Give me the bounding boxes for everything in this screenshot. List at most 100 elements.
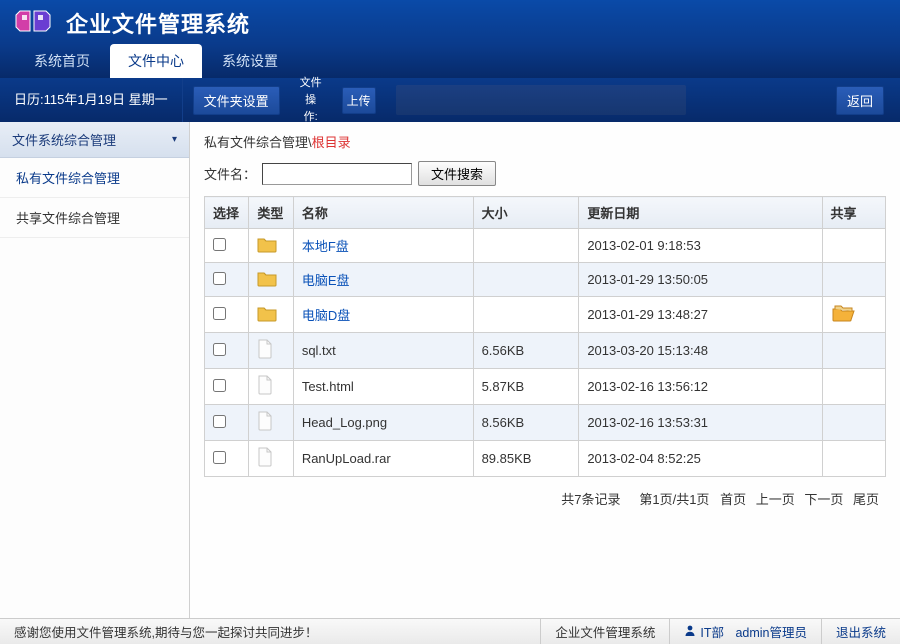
col-date: 更新日期 (579, 197, 822, 229)
file-size (473, 263, 579, 297)
file-name[interactable]: 电脑D盘 (302, 308, 350, 323)
pager-pages: 第1页/共1页 (639, 492, 709, 507)
footer-user: IT部 admin管理员 (669, 619, 821, 644)
upload-button[interactable]: 上传 (342, 87, 376, 114)
pager-total: 共7条记录 (561, 492, 620, 507)
file-name: Head_Log.png (302, 415, 387, 430)
nav-tab-files[interactable]: 文件中心 (110, 44, 202, 78)
sidebar: 文件系统综合管理 ▾ 私有文件综合管理 共享文件综合管理 (0, 122, 190, 618)
return-button[interactable]: 返回 (836, 86, 884, 115)
row-select-checkbox[interactable] (213, 451, 226, 464)
search-row: 文件名： 文件搜索 (204, 161, 886, 186)
col-size: 大小 (473, 197, 579, 229)
file-name: RanUpLoad.rar (302, 451, 391, 466)
nav-tab-home[interactable]: 系统首页 (16, 44, 108, 78)
main-nav: 系统首页 文件中心 系统设置 (0, 46, 900, 78)
row-select-checkbox[interactable] (213, 238, 226, 251)
breadcrumb-prefix: 私有文件综合管理\ (204, 135, 312, 150)
pager: 共7条记录 第1页/共1页 首页 上一页 下一页 尾页 (204, 477, 886, 520)
share-folder-icon[interactable] (831, 311, 857, 326)
file-size: 5.87KB (473, 369, 579, 405)
nav-tab-settings[interactable]: 系统设置 (204, 44, 296, 78)
file-size (473, 229, 579, 263)
table-row: 电脑E盘 2013-01-29 13:50:05 (205, 263, 886, 297)
search-button[interactable]: 文件搜索 (418, 161, 496, 186)
file-date: 2013-01-29 13:50:05 (579, 263, 822, 297)
sidebar-header-label: 文件系统综合管理 (12, 130, 116, 149)
table-row: sql.txt 6.56KB2013-03-20 15:13:48 (205, 333, 886, 369)
table-row: RanUpLoad.rar 89.85KB2013-02-04 8:52:25 (205, 441, 886, 477)
file-size: 6.56KB (473, 333, 579, 369)
file-icon (257, 419, 273, 434)
file-icon (257, 455, 273, 470)
chevron-down-icon: ▾ (172, 134, 177, 145)
file-name[interactable]: 本地F盘 (302, 239, 349, 254)
user-icon (684, 624, 696, 639)
file-share-cell (822, 441, 885, 477)
folder-settings-button[interactable]: 文件夹设置 (193, 86, 280, 115)
sidebar-header[interactable]: 文件系统综合管理 ▾ (0, 122, 189, 158)
row-select-checkbox[interactable] (213, 343, 226, 356)
folder-icon (257, 310, 277, 325)
file-op-label-2: 操 (305, 95, 316, 106)
file-share-cell (822, 405, 885, 441)
file-size (473, 297, 579, 333)
row-select-checkbox[interactable] (213, 272, 226, 285)
file-date: 2013-02-04 8:52:25 (579, 441, 822, 477)
file-date: 2013-02-16 13:56:12 (579, 369, 822, 405)
file-name[interactable]: 电脑E盘 (302, 273, 350, 288)
row-select-checkbox[interactable] (213, 379, 226, 392)
row-select-checkbox[interactable] (213, 307, 226, 320)
header-bar: 企业文件管理系统 (0, 0, 900, 46)
calendar-text: 日历:115年1月19日 星期一 (0, 78, 183, 122)
file-op-label-3: 作: (304, 112, 318, 123)
row-select-checkbox[interactable] (213, 415, 226, 428)
file-share-cell (822, 369, 885, 405)
file-size: 8.56KB (473, 405, 579, 441)
file-name: Test.html (302, 379, 354, 394)
file-icon (257, 383, 273, 398)
file-date: 2013-01-29 13:48:27 (579, 297, 822, 333)
sidebar-item-shared[interactable]: 共享文件综合管理 (0, 198, 189, 238)
col-share: 共享 (822, 197, 885, 229)
folder-icon (257, 275, 277, 290)
table-row: 本地F盘 2013-02-01 9:18:53 (205, 229, 886, 263)
user-dept: IT部 (700, 622, 724, 641)
breadcrumb: 私有文件综合管理\根目录 (204, 132, 886, 151)
toolbar: 日历:115年1月19日 星期一 文件夹设置 文件 操 作: 上传 返回 (0, 78, 900, 122)
col-type: 类型 (249, 197, 293, 229)
logout-button[interactable]: 退出系统 (821, 619, 900, 644)
file-date: 2013-03-20 15:13:48 (579, 333, 822, 369)
table-row: Test.html 5.87KB2013-02-16 13:56:12 (205, 369, 886, 405)
file-icon (257, 347, 273, 362)
search-label: 文件名： (204, 164, 256, 183)
main-panel: 私有文件综合管理\根目录 文件名： 文件搜索 选择 类型 名称 大小 更新日期 … (190, 122, 900, 618)
file-date: 2013-02-01 9:18:53 (579, 229, 822, 263)
file-op-label-1: 文件 (300, 78, 322, 89)
app-title: 企业文件管理系统 (66, 7, 250, 39)
table-row: 电脑D盘 2013-01-29 13:48:27 (205, 297, 886, 333)
pager-next[interactable]: 下一页 (804, 492, 843, 507)
file-table: 选择 类型 名称 大小 更新日期 共享 本地F盘2013-02-01 9:18:… (204, 196, 886, 477)
breadcrumb-current: 根目录 (312, 135, 351, 150)
footer: 感谢您使用文件管理系统,期待与您一起探讨共同进步！ 企业文件管理系统 IT部 a… (0, 618, 900, 644)
sidebar-item-private[interactable]: 私有文件综合管理 (0, 158, 189, 198)
pager-first[interactable]: 首页 (720, 492, 746, 507)
user-name: admin管理员 (735, 622, 807, 641)
file-name: sql.txt (302, 343, 336, 358)
footer-center: 企业文件管理系统 (540, 619, 669, 644)
file-share-cell (822, 333, 885, 369)
file-size: 89.85KB (473, 441, 579, 477)
footer-left: 感谢您使用文件管理系统,期待与您一起探讨共同进步！ (0, 619, 540, 644)
col-select: 选择 (205, 197, 249, 229)
folder-icon (257, 241, 277, 256)
file-share-cell (822, 263, 885, 297)
pager-last[interactable]: 尾页 (853, 492, 879, 507)
file-share-cell (822, 229, 885, 263)
pager-prev[interactable]: 上一页 (756, 492, 795, 507)
toolbar-spacer (396, 85, 686, 115)
logo-icon (12, 7, 54, 39)
file-share-cell (822, 297, 885, 333)
table-row: Head_Log.png8.56KB2013-02-16 13:53:31 (205, 405, 886, 441)
search-input[interactable] (262, 163, 412, 185)
